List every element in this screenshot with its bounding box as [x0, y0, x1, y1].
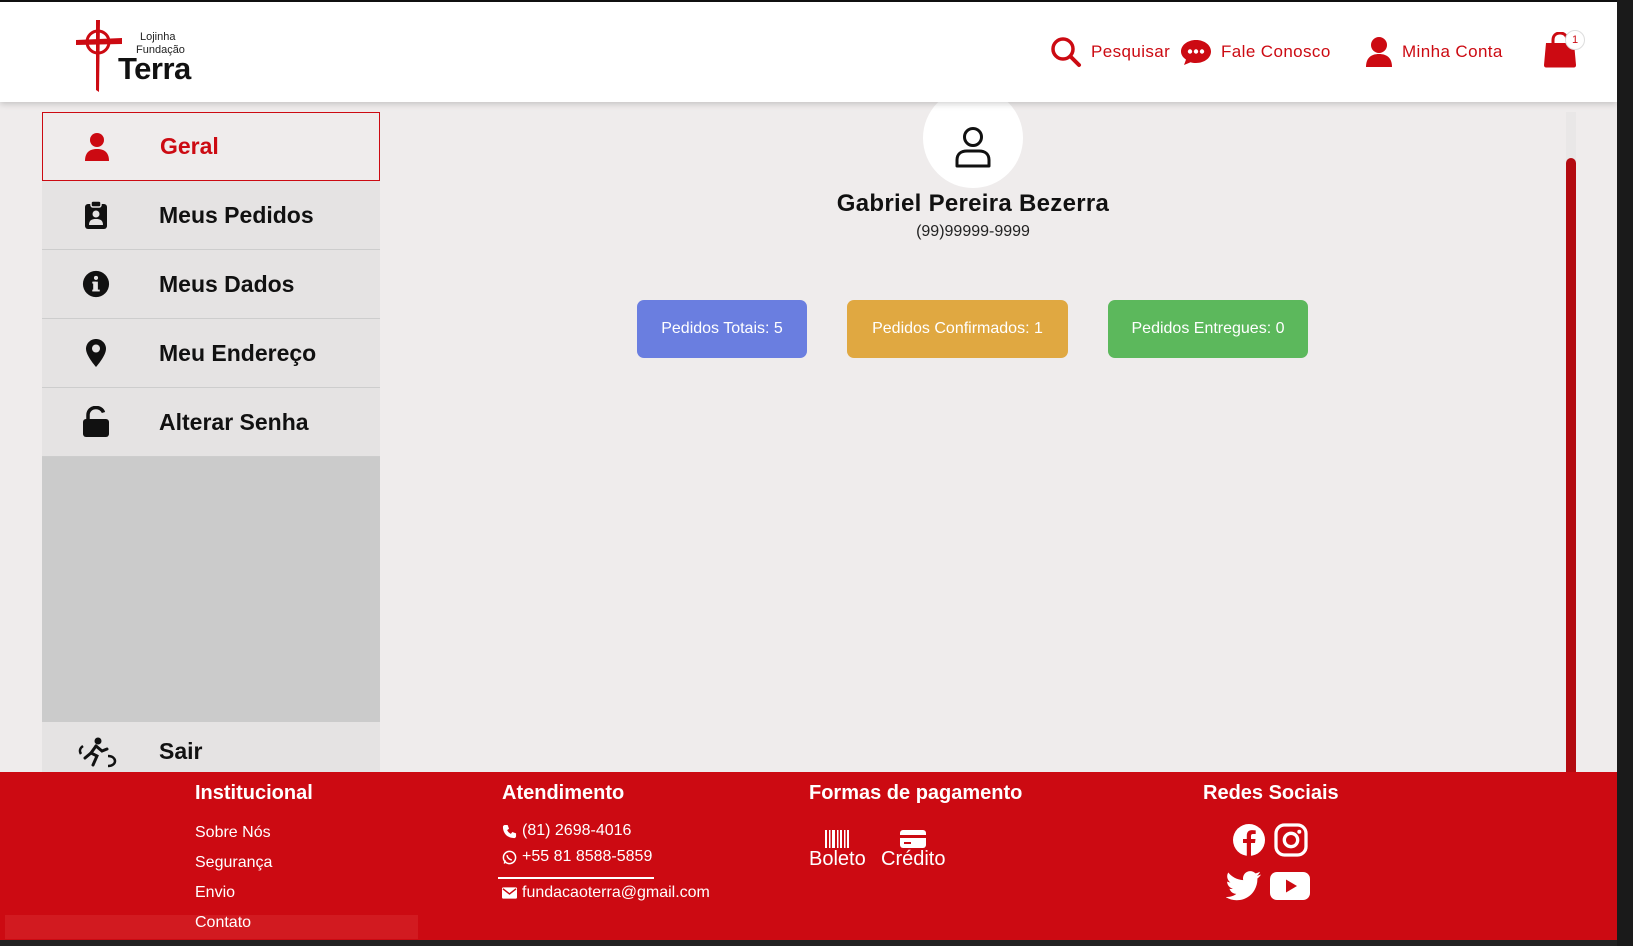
cart-button[interactable]: 1	[1543, 30, 1585, 72]
payment-credito: Crédito	[881, 830, 945, 871]
nav-contact[interactable]: Fale Conosco	[1180, 34, 1331, 70]
sidebar-item-meu-endereco[interactable]: Meu Endereço	[42, 319, 380, 388]
nav-search-label: Pesquisar	[1091, 42, 1171, 61]
site-footer: Institucional Sobre Nós Segurança Envio …	[0, 772, 1617, 940]
cross-logo-icon	[76, 20, 122, 92]
footer-divider	[498, 877, 654, 879]
search-icon	[1051, 37, 1081, 67]
site-logo[interactable]: Lojinha Fundação Terra	[74, 18, 204, 96]
scrollbar-thumb[interactable]	[1566, 158, 1576, 772]
user-outline-icon	[955, 127, 991, 168]
footer-link-seguranca[interactable]: Segurança	[195, 854, 272, 872]
whatsapp-icon	[502, 850, 517, 864]
footer-link-contato[interactable]: Contato	[195, 914, 251, 932]
window-bottom-bar	[0, 940, 1633, 946]
nav-account[interactable]: Minha Conta	[1365, 34, 1503, 70]
footer-heading-institucional: Institucional	[195, 782, 313, 804]
sidebar-item-label: Meus Dados	[159, 270, 295, 297]
footer-whatsapp[interactable]: +55 81 8588-5859	[502, 848, 652, 866]
footer-link-envio[interactable]: Envio	[195, 884, 235, 902]
sidebar-item-label: Sair	[159, 738, 203, 764]
sidebar-item-label: Meu Endereço	[159, 339, 317, 366]
info-circle-icon	[82, 268, 110, 300]
logo-text-lojinha: Lojinha	[140, 31, 176, 43]
sidebar-item-meus-pedidos[interactable]: Meus Pedidos	[42, 181, 380, 250]
twitter-icon	[1226, 871, 1261, 901]
payment-boleto: Boleto	[809, 830, 866, 871]
nav-contact-label: Fale Conosco	[1221, 42, 1331, 61]
running-exit-icon	[78, 736, 118, 768]
instagram-icon	[1274, 823, 1308, 857]
stat-total-orders: Pedidos Totais: 5	[637, 300, 807, 358]
footer-heading-pagamento: Formas de pagamento	[809, 782, 1023, 804]
footer-phone[interactable]: (81) 2698-4016	[502, 822, 631, 840]
payment-credito-label: Crédito	[881, 848, 946, 870]
sidebar-item-label: Alterar Senha	[159, 408, 309, 435]
user-icon	[1366, 37, 1392, 67]
payment-boleto-label: Boleto	[809, 848, 866, 870]
facebook-link[interactable]	[1231, 822, 1267, 858]
logo-text-terra: Terra	[118, 51, 191, 86]
sidebar-item-alterar-senha[interactable]: Alterar Senha	[42, 388, 380, 457]
footer-heading-atendimento: Atendimento	[502, 782, 625, 804]
twitter-link[interactable]	[1226, 868, 1262, 904]
cart-count-badge: 1	[1565, 30, 1585, 50]
sidebar-item-label: Geral	[160, 133, 219, 159]
nav-account-label: Minha Conta	[1402, 42, 1503, 61]
user-icon	[83, 131, 111, 163]
instagram-link[interactable]	[1273, 822, 1309, 858]
footer-heading-redes: Redes Sociais	[1203, 782, 1339, 804]
sidebar-item-geral[interactable]: Geral	[42, 112, 380, 181]
stat-confirmed-orders: Pedidos Confirmados: 1	[847, 300, 1068, 358]
footer-whatsapp-text: +55 81 8588-5859	[522, 848, 653, 865]
barcode-icon	[825, 830, 850, 848]
account-sidebar: Geral Meus Pedidos Meus Dados Meu Endere…	[42, 112, 380, 782]
profile-avatar	[923, 88, 1023, 188]
clipboard-user-icon	[82, 199, 110, 231]
envelope-icon	[502, 887, 517, 899]
chat-bubble-icon	[1181, 40, 1211, 65]
profile-name: Gabriel Pereira Bezerra	[836, 190, 1110, 217]
sidebar-item-meus-dados[interactable]: Meus Dados	[42, 250, 380, 319]
youtube-link[interactable]	[1270, 868, 1310, 904]
unlock-icon	[82, 406, 110, 438]
stat-delivered-orders: Pedidos Entregues: 0	[1108, 300, 1308, 358]
footer-email-text: fundacaoterra@gmail.com	[522, 884, 710, 901]
profile-phone: (99)99999-9999	[916, 223, 1030, 240]
footer-link-sobre[interactable]: Sobre Nós	[195, 824, 271, 842]
nav-search[interactable]: Pesquisar	[1050, 34, 1170, 70]
youtube-icon	[1270, 872, 1310, 900]
footer-phone-text: (81) 2698-4016	[522, 822, 632, 839]
site-header: Lojinha Fundação Terra Pesquisar Fale Co…	[0, 2, 1617, 102]
location-pin-icon	[82, 337, 110, 369]
sidebar-item-label: Meus Pedidos	[159, 201, 314, 228]
phone-icon	[502, 824, 517, 838]
credit-card-icon	[900, 830, 927, 848]
window-right-edge	[1617, 0, 1633, 946]
facebook-icon	[1233, 824, 1265, 856]
footer-email[interactable]: fundacaoterra@gmail.com	[502, 884, 710, 902]
